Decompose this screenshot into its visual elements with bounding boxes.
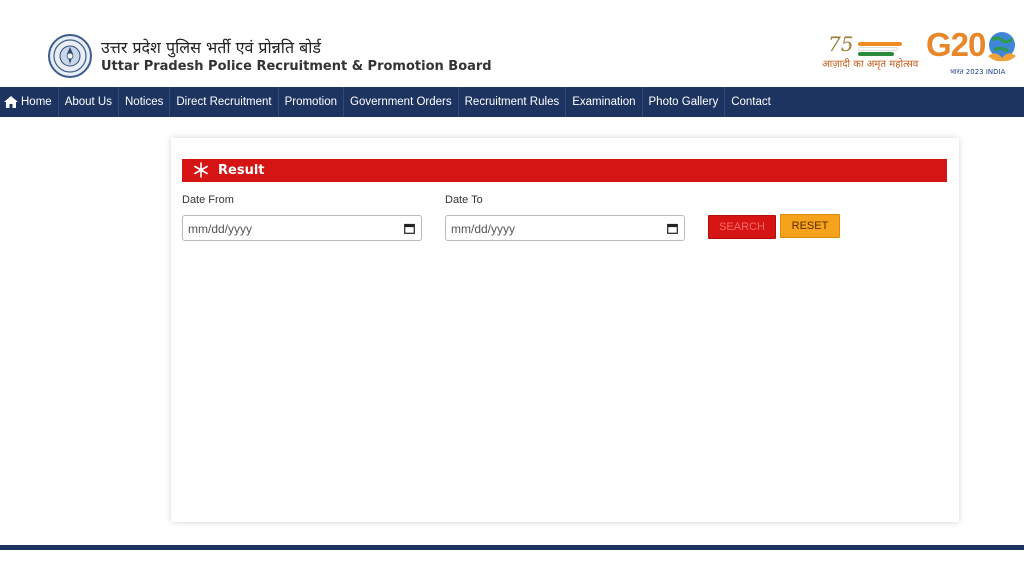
result-title: Result bbox=[218, 163, 265, 178]
g20-logo: G20 भारत 2023 INDIA bbox=[924, 26, 1024, 84]
nav-recruitment-rules[interactable]: Recruitment Rules bbox=[459, 87, 567, 117]
result-card: Result Date From mm/dd/yyyy Date To mm/d… bbox=[171, 138, 959, 522]
nav-home[interactable]: Home bbox=[0, 87, 59, 117]
home-icon bbox=[4, 96, 18, 108]
snowflake-icon bbox=[194, 162, 208, 178]
nav-contact[interactable]: Contact bbox=[725, 87, 777, 117]
date-to-label: Date To bbox=[445, 194, 483, 206]
reset-button[interactable]: RESET bbox=[780, 214, 840, 238]
board-title-hindi: उत्तर प्रदेश पुलिस भर्ती एवं प्रोन्नति ब… bbox=[101, 38, 321, 57]
page: उत्तर प्रदेश पुलिस भर्ती एवं प्रोन्नति ब… bbox=[0, 0, 1024, 576]
globe-lotus-icon bbox=[988, 32, 1016, 62]
board-title-english: Uttar Pradesh Police Recruitment & Promo… bbox=[101, 59, 492, 74]
tricolour-flag-icon bbox=[858, 42, 904, 56]
footer-divider bbox=[0, 545, 1024, 550]
date-from-input[interactable]: mm/dd/yyyy bbox=[182, 215, 422, 241]
nav-home-label: Home bbox=[21, 96, 52, 108]
date-from-label: Date From bbox=[182, 194, 234, 206]
main-navbar: Home About Us Notices Direct Recruitment… bbox=[0, 87, 1024, 117]
calendar-icon[interactable] bbox=[667, 223, 678, 234]
date-from-placeholder: mm/dd/yyyy bbox=[188, 222, 253, 236]
azadi-text: आज़ादी का अमृत महोत्सव bbox=[822, 59, 919, 70]
nav-direct-recruitment[interactable]: Direct Recruitment bbox=[170, 87, 279, 117]
nav-about-us[interactable]: About Us bbox=[59, 87, 119, 117]
date-to-input[interactable]: mm/dd/yyyy bbox=[445, 215, 685, 241]
nav-examination[interactable]: Examination bbox=[566, 87, 643, 117]
nav-notices[interactable]: Notices bbox=[119, 87, 171, 117]
calendar-icon[interactable] bbox=[404, 223, 415, 234]
g20-subtitle: भारत 2023 INDIA bbox=[950, 68, 1006, 76]
azadi-ka-amrit-mahotsav-logo: 75 आज़ादी का अमृत महोत्सव bbox=[822, 32, 919, 80]
g20-text: G20 bbox=[926, 26, 986, 63]
board-emblem-logo[interactable] bbox=[48, 34, 92, 78]
nav-promotion[interactable]: Promotion bbox=[279, 87, 344, 117]
search-button[interactable]: SEARCH bbox=[708, 215, 776, 239]
site-header: उत्तर प्रदेश पुलिस भर्ती एवं प्रोन्नति ब… bbox=[0, 26, 1024, 87]
result-header-bar: Result bbox=[182, 159, 947, 182]
nav-government-orders[interactable]: Government Orders bbox=[344, 87, 459, 117]
nav-photo-gallery[interactable]: Photo Gallery bbox=[643, 87, 726, 117]
azadi-75-number: 75 bbox=[828, 32, 854, 56]
date-to-placeholder: mm/dd/yyyy bbox=[451, 222, 516, 236]
